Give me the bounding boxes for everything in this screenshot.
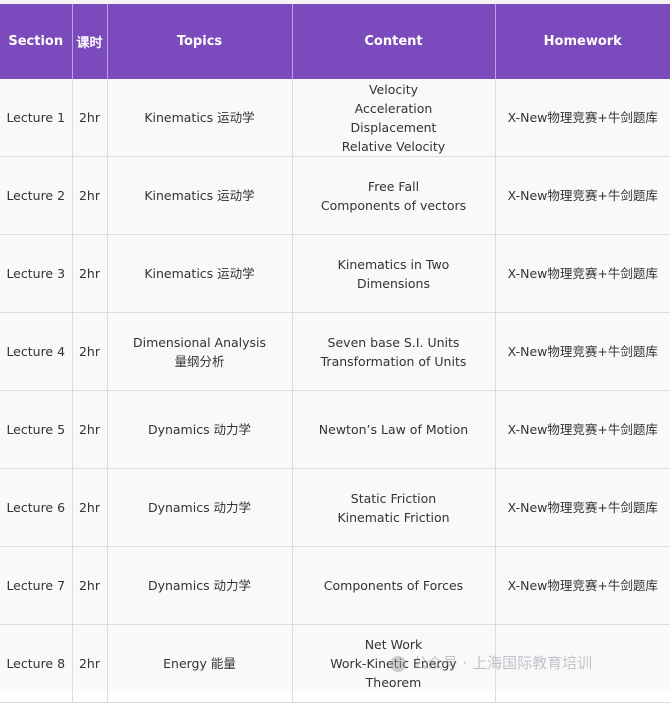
watermark-text: 公众号 · 上海国际教育培训 [412,654,593,672]
topics-cell-line: Energy 能量 [163,656,236,671]
topics-cell-line: Dimensional Analysis [132,334,267,350]
table-row: Lecture 4 2hr Dimensional Analysis 量纲分析 Seve… [0,312,670,391]
section-cell: Lecture 2 [0,156,73,235]
topics-cell-line: Kinematics 运动学 [144,110,255,125]
topics-cell: Dimensional Analysis 量纲分析 [107,312,293,391]
homework-cell: X-New物理竞赛+牛剑题库 [495,79,670,157]
hours-cell: 2hr [72,468,108,547]
topics-cell: Dynamics 动力学 [107,546,293,625]
topics-cell-line: 量纲分析 [174,353,225,369]
content-cell-line: Components of vectors [320,197,467,213]
course-schedule-table: Section 课时 Topics Content Homework Lectu… [0,4,670,703]
header-row: Section 课时 Topics Content Homework [0,4,670,79]
content-cell-line: Acceleration [354,100,433,116]
topics-cell: Kinematics 运动学 [107,79,293,157]
content-cell-line: Kinematic Friction [337,509,450,525]
topics-cell-line: Kinematics 运动学 [144,188,255,203]
table-header: Section 课时 Topics Content Homework [0,4,670,79]
section-cell: Lecture 7 [0,546,73,625]
content-cell-line: Theorem [365,675,422,690]
content-cell-line: Relative Velocity [341,138,446,154]
wechat-icon [390,655,406,672]
section-cell: Lecture 5 [0,390,73,469]
section-cell: Lecture 1 [0,79,73,157]
topics-cell: Kinematics 运动学 [107,234,293,313]
hours-cell: 2hr [72,234,108,313]
content-cell-line: Dimensions [357,275,430,291]
table-row: Lecture 7 2hr Dynamics 动力学 Components of Fo… [0,546,670,625]
table-row: Lecture 3 2hr Kinematics 运动学 Kinematics in … [0,234,670,313]
table-row: Lecture 5 2hr Dynamics 动力学 Newton’s Law of … [0,390,670,469]
section-cell: Lecture 4 [0,312,73,391]
content-cell-line: Velocity [368,81,419,97]
homework-cell: X-New物理竞赛+牛剑题库 [495,312,670,391]
topics-cell-line: Kinematics 运动学 [144,266,255,281]
table-row: Lecture 1 2hr Kinematics 运动学 Velocity Accele… [0,79,670,157]
content-cell: Newton’s Law of Motion [292,390,496,469]
header-homework: Homework [495,4,670,79]
table-body: Lecture 1 2hr Kinematics 运动学 Velocity Accele… [0,79,670,703]
content-cell-line: Free Fall [367,178,420,194]
header-topics: Topics [107,4,293,79]
homework-cell: X-New物理竞赛+牛剑题库 [495,390,670,469]
content-cell: Static Friction Kinematic Friction [292,468,496,547]
homework-cell: X-New物理竞赛+牛剑题库 [495,156,670,235]
topics-cell: Dynamics 动力学 [107,468,293,547]
content-cell: Seven base S.I. Units Transformation of U… [292,312,496,391]
content-cell: Velocity Acceleration Displacement Relative… [292,79,496,157]
watermark: 公众号 · 上海国际教育培训 [390,652,592,673]
content-cell-line: Seven base S.I. Units [327,334,460,350]
table-row: Lecture 6 2hr Dynamics 动力学 Static Friction K… [0,468,670,547]
homework-cell: X-New物理竞赛+牛剑题库 [495,234,670,313]
hours-cell: 2hr [72,156,108,235]
content-cell: Free Fall Components of vectors [292,156,496,235]
section-cell: Lecture 3 [0,234,73,313]
content-cell-line: Transformation of Units [320,353,467,369]
table-row: Lecture 2 2hr Kinematics 运动学 Free Fall Compo… [0,156,670,235]
section-cell: Lecture 6 [0,468,73,547]
topics-cell: Kinematics 运动学 [107,156,293,235]
header-section: Section [0,4,73,79]
hours-cell: 2hr [72,79,108,157]
homework-cell: X-New物理竞赛+牛剑题库 [495,546,670,625]
hours-cell: 2hr [72,390,108,469]
topics-cell-line: Dynamics 动力学 [147,422,252,437]
content-cell-line: Static Friction [350,490,437,506]
content-cell: Components of Forces [292,546,496,625]
hours-cell: 2hr [72,546,108,625]
header-hours: 课时 [72,4,108,79]
topics-cell-line: Dynamics 动力学 [147,500,252,515]
homework-cell: X-New物理竞赛+牛剑题库 [495,468,670,547]
content-cell-line: Components of Forces [323,578,464,593]
content-cell-line: Newton’s Law of Motion [318,422,469,437]
topics-cell: Dynamics 动力学 [107,390,293,469]
header-content: Content [292,4,496,79]
content-cell: Kinematics in Two Dimensions [292,234,496,313]
topics-cell-line: Dynamics 动力学 [147,578,252,593]
content-cell-line: Displacement [350,119,437,135]
hours-cell: 2hr [72,312,108,391]
content-cell-line: Kinematics in Two [337,256,450,272]
